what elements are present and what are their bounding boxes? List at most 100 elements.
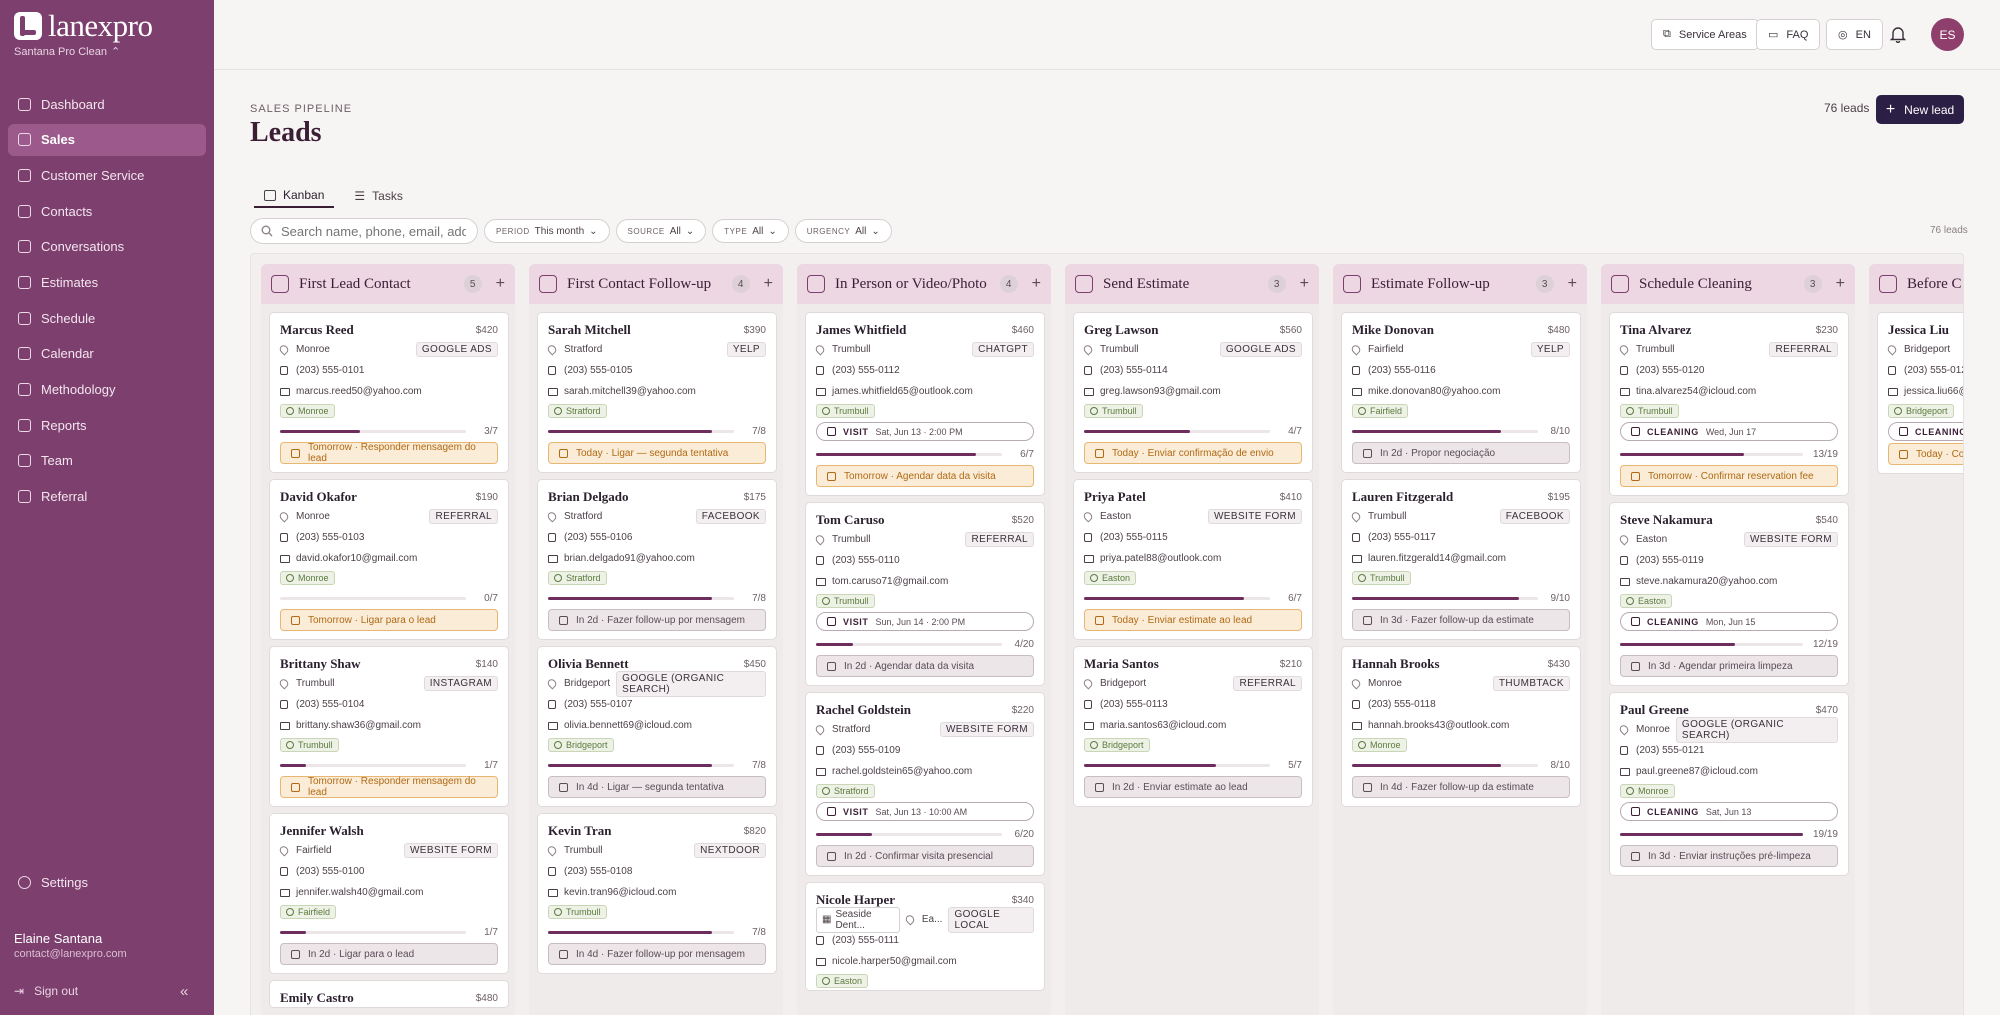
next-task[interactable]: In 3d · Fazer follow-up da estimate bbox=[1352, 609, 1570, 631]
lead-card[interactable]: Kevin Tran $820 Trumbull NEXTDOOR (203) 555-… bbox=[537, 813, 777, 974]
collapse-sidebar-icon[interactable]: « bbox=[180, 983, 188, 1000]
add-lead-icon[interactable]: + bbox=[1032, 275, 1041, 293]
next-task[interactable]: Tomorrow · Agendar data da visita bbox=[816, 465, 1034, 487]
sidebar-item-dashboard[interactable]: Dashboard bbox=[8, 88, 206, 120]
email-row: paul.greene87@icloud.com bbox=[1620, 761, 1838, 782]
tab-kanban[interactable]: Kanban bbox=[254, 184, 335, 208]
lead-card[interactable]: Mike Donovan $480 Fairfield YELP (203) 555-0… bbox=[1341, 312, 1581, 473]
next-task[interactable]: Today · Enviar estimate ao lead bbox=[1084, 609, 1302, 631]
lead-card[interactable]: Jennifer Walsh Fairfield WEBSITE FORM (203)… bbox=[269, 813, 509, 974]
next-task[interactable]: In 3d · Enviar instruções pré-limpeza bbox=[1620, 845, 1838, 867]
add-lead-icon[interactable]: + bbox=[496, 275, 505, 293]
next-task[interactable]: Today · Con bbox=[1888, 443, 1963, 465]
sidebar-item-customer-service[interactable]: Customer Service bbox=[8, 159, 206, 191]
lead-card[interactable]: Olivia Bennett $450 Bridgeport GOOGLE (ORGA… bbox=[537, 646, 777, 807]
appointment-pill[interactable]: CLEANING Wed, Jun 17 bbox=[1620, 422, 1838, 441]
lead-city: Monroe bbox=[1636, 724, 1670, 735]
add-lead-icon[interactable]: + bbox=[764, 275, 773, 293]
next-task[interactable]: In 2d · Propor negociação bbox=[1352, 442, 1570, 464]
next-task[interactable]: In 4d · Fazer follow-up da estimate bbox=[1352, 776, 1570, 798]
appointment-pill[interactable]: CLEANING Sat, Jun 13 bbox=[1620, 802, 1838, 821]
type-filter[interactable]: TYPE All ⌄ bbox=[712, 219, 789, 243]
new-lead-button[interactable]: + New lead bbox=[1876, 95, 1964, 124]
period-filter[interactable]: PERIOD This month ⌄ bbox=[484, 219, 610, 243]
clock-icon bbox=[1363, 448, 1372, 458]
appointment-pill[interactable]: VISIT Sat, Jun 13 · 2:00 PM bbox=[816, 422, 1034, 441]
appointment-pill[interactable]: VISIT Sat, Jun 13 · 10:00 AM bbox=[816, 802, 1034, 821]
lead-card[interactable]: Lauren Fitzgerald $195 Trumbull FACEBOOK (20… bbox=[1341, 479, 1581, 640]
sidebar-item-reports[interactable]: Reports bbox=[8, 409, 206, 441]
lead-card[interactable]: Hannah Brooks $430 Monroe THUMBTACK (203) 55… bbox=[1341, 646, 1581, 807]
sidebar-item-contacts[interactable]: Contacts bbox=[8, 195, 206, 227]
bell-icon[interactable] bbox=[1890, 25, 1906, 43]
lead-email: brittany.shaw36@gmail.com bbox=[296, 720, 422, 731]
next-task[interactable]: In 2d · Enviar estimate ao lead bbox=[1084, 776, 1302, 798]
lead-card[interactable]: James Whitfield $460 Trumbull CHATGPT (203) … bbox=[805, 312, 1045, 496]
next-task[interactable]: In 2d · Confirmar visita presencial bbox=[816, 845, 1034, 867]
faq-button[interactable]: ▭ FAQ bbox=[1756, 19, 1821, 50]
lead-card[interactable]: Greg Lawson $560 Trumbull GOOGLE ADS (203) 5… bbox=[1073, 312, 1313, 473]
lead-card[interactable]: Jessica Liu Bridgeport (203) 555-0122 jessi… bbox=[1877, 312, 1963, 474]
lead-card[interactable]: Brittany Shaw $140 Trumbull INSTAGRAM (203) … bbox=[269, 646, 509, 807]
lead-name: Sarah Mitchell bbox=[548, 322, 631, 337]
sidebar-item-methodology[interactable]: Methodology bbox=[8, 374, 206, 406]
lead-card[interactable]: Brian Delgado $175 Stratford FACEBOOK (203) … bbox=[537, 479, 777, 640]
next-task[interactable]: In 4d · Fazer follow-up por mensagem bbox=[548, 943, 766, 965]
workspace-switcher[interactable]: Santana Pro Clean ⌃ bbox=[14, 45, 120, 59]
sidebar-item-calendar[interactable]: Calendar bbox=[8, 338, 206, 370]
lead-card[interactable]: Steve Nakamura $540 Easton WEBSITE FORM (203… bbox=[1609, 502, 1849, 686]
lead-card[interactable]: Rachel Goldstein $220 Stratford WEBSITE FOR… bbox=[805, 692, 1045, 876]
next-task[interactable]: Tomorrow · Responder mensagem do lead bbox=[280, 442, 498, 464]
sign-out-link[interactable]: ⇥ Sign out bbox=[14, 984, 78, 998]
next-task[interactable]: Tomorrow · Ligar para o lead bbox=[280, 609, 498, 631]
appointment-pill[interactable]: CLEANING Mon, Jun 15 bbox=[1620, 612, 1838, 631]
mail-icon bbox=[816, 767, 826, 776]
service-area-tag: Trumbull bbox=[1620, 404, 1679, 418]
lead-card[interactable]: David Okafor $190 Monroe REFERRAL (203) 555-… bbox=[269, 479, 509, 640]
task-text: Tomorrow · Ligar para o lead bbox=[308, 614, 436, 626]
column-header: Send Estimate 3 + bbox=[1065, 264, 1319, 304]
appointment-pill[interactable]: VISIT Sun, Jun 14 · 2:00 PM bbox=[816, 612, 1034, 631]
lead-card[interactable]: Maria Santos $210 Bridgeport REFERRAL (203) … bbox=[1073, 646, 1313, 807]
urgency-filter[interactable]: URGENCY All ⌄ bbox=[794, 219, 892, 243]
sidebar-item-team[interactable]: Team bbox=[8, 445, 206, 477]
sidebar-item-referral[interactable]: Referral bbox=[8, 481, 206, 513]
sidebar-item-estimates[interactable]: Estimates bbox=[8, 266, 206, 298]
app-logo[interactable]: lanexpro bbox=[14, 8, 153, 44]
next-task[interactable]: In 2d · Ligar para o lead bbox=[280, 943, 498, 965]
appointment-pill[interactable]: CLEANING bbox=[1888, 422, 1963, 441]
mail-icon bbox=[1352, 721, 1362, 730]
lead-card[interactable]: Priya Patel $410 Easton WEBSITE FORM (203) 5… bbox=[1073, 479, 1313, 640]
service-areas-button[interactable]: ⧉ Service Areas bbox=[1651, 19, 1759, 50]
next-task[interactable]: Today · Enviar confirmação de envio bbox=[1084, 442, 1302, 464]
lead-card[interactable]: Nicole Harper $340 ▦ Seaside Dent... Ea... GO… bbox=[805, 882, 1045, 991]
next-task[interactable]: Today · Ligar — segunda tentativa bbox=[548, 442, 766, 464]
add-lead-icon[interactable]: + bbox=[1836, 275, 1845, 293]
tab-tasks[interactable]: ☰ Tasks bbox=[344, 184, 412, 208]
next-task[interactable]: In 3d · Agendar primeira limpeza bbox=[1620, 655, 1838, 677]
add-lead-icon[interactable]: + bbox=[1300, 275, 1309, 293]
avatar[interactable]: ES bbox=[1931, 18, 1964, 51]
lead-card[interactable]: Marcus Reed $420 Monroe GOOGLE ADS (203) 555… bbox=[269, 312, 509, 473]
location-pin-icon bbox=[1617, 723, 1631, 736]
lead-card[interactable]: Emily Castro $480 bbox=[269, 980, 509, 1008]
sidebar-item-schedule[interactable]: Schedule bbox=[8, 302, 206, 334]
lead-phone: (203) 555-0100 bbox=[296, 866, 365, 877]
sidebar-item-sales[interactable]: Sales bbox=[8, 123, 206, 156]
add-lead-icon[interactable]: + bbox=[1568, 275, 1577, 293]
settings-link[interactable]: Settings bbox=[18, 875, 88, 890]
appointment-time: Sat, Jun 13 bbox=[1705, 806, 1752, 817]
next-task[interactable]: Tomorrow · Responder mensagem do lead bbox=[280, 776, 498, 798]
search-input[interactable] bbox=[281, 223, 466, 239]
lead-card[interactable]: Tom Caruso $520 Trumbull REFERRAL (203) 555-… bbox=[805, 502, 1045, 686]
next-task[interactable]: In 4d · Ligar — segunda tentativa bbox=[548, 776, 766, 798]
lead-card[interactable]: Tina Alvarez $230 Trumbull REFERRAL (203) 55… bbox=[1609, 312, 1849, 496]
language-button[interactable]: ◎ EN bbox=[1826, 19, 1883, 50]
source-filter[interactable]: SOURCE All ⌄ bbox=[615, 219, 707, 243]
next-task[interactable]: Tomorrow · Confirmar reservation fee bbox=[1620, 465, 1838, 487]
lead-card[interactable]: Paul Greene $470 Monroe GOOGLE (ORGANIC SEA… bbox=[1609, 692, 1849, 876]
next-task[interactable]: In 2d · Agendar data da visita bbox=[816, 655, 1034, 677]
sidebar-item-conversations[interactable]: Conversations bbox=[8, 231, 206, 263]
next-task[interactable]: In 2d · Fazer follow-up por mensagem bbox=[548, 609, 766, 631]
lead-card[interactable]: Sarah Mitchell $390 Stratford YELP (203) 555… bbox=[537, 312, 777, 473]
